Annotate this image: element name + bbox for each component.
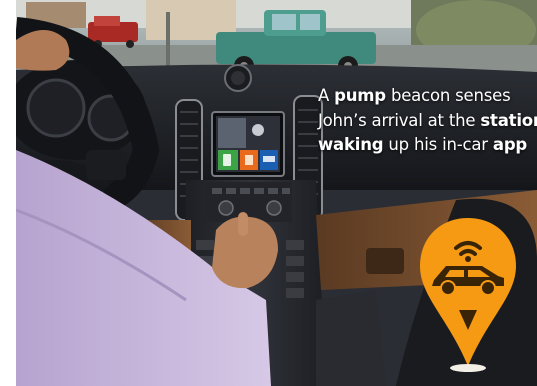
caption-text-segment: John’s arrival at the [318, 110, 481, 130]
infotainment-screen [211, 111, 285, 177]
caption-bold-segment: app [492, 135, 528, 154]
caption-line-1: A pump beacon senses [318, 84, 530, 109]
caption-bold-segment: pump [334, 86, 386, 105]
caption-text-segment: A [318, 86, 335, 105]
caption-bold-segment: waking [318, 135, 384, 154]
caption-line-3: waking up his in-car app [318, 133, 530, 158]
caption-line-2: John’s arrival at the station, [318, 109, 537, 134]
location-pin-icon [420, 218, 516, 372]
caption-text: A pump beacon senses John’s arrival at t… [318, 84, 537, 158]
caption-text-segment: up his in-car [383, 135, 493, 154]
caption-bold-segment: station [480, 110, 537, 130]
caption-text-segment: beacon senses [385, 86, 511, 105]
video-frame: A pump beacon senses John’s arrival at t… [0, 0, 537, 386]
